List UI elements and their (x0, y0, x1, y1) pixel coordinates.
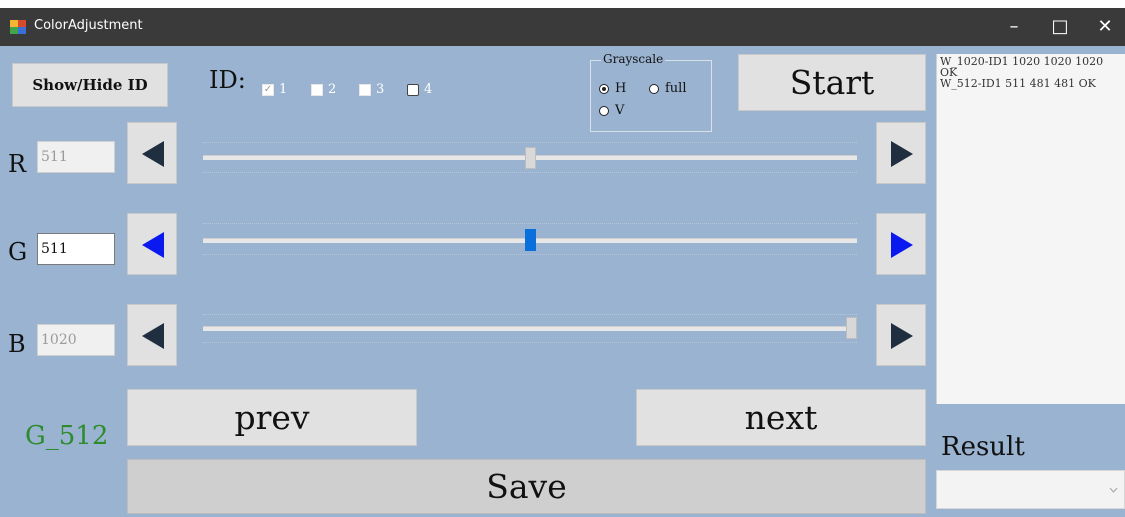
right-arrow-icon (891, 232, 913, 258)
right-arrow-icon (891, 141, 913, 167)
g-increase-button[interactable] (876, 213, 926, 275)
g-tick-marks-bottom (203, 254, 857, 255)
radio-h-label: H (615, 81, 627, 96)
grayscale-option-full[interactable]: full (649, 81, 687, 96)
checkbox-3-box (359, 83, 371, 96)
log-line: W_1020-ID1 1020 1020 1020 OK (940, 55, 1104, 79)
checkbox-4-label: 4 (424, 82, 433, 97)
result-dropdown[interactable] (936, 470, 1125, 509)
b-tick-marks-top (203, 314, 857, 315)
show-hide-id-button[interactable]: Show/Hide ID (12, 63, 168, 107)
checkbox-4-box (407, 83, 419, 96)
id-checkbox-1[interactable]: ✓ 1 (262, 82, 287, 97)
channel-r-label: R (8, 150, 27, 178)
id-checkbox-2[interactable]: 2 (311, 82, 336, 97)
r-decrease-button[interactable] (127, 122, 177, 184)
grayscale-option-v[interactable]: V (599, 103, 624, 118)
grayscale-title: Grayscale (601, 52, 666, 66)
left-arrow-icon (142, 232, 164, 258)
r-tick-marks-bottom (203, 172, 857, 173)
radio-h-dot (599, 83, 609, 94)
start-button[interactable]: Start (738, 54, 926, 111)
r-tick-marks-top (203, 142, 857, 143)
radio-full-label: full (665, 81, 687, 96)
b-slider-thumb[interactable] (846, 317, 857, 339)
r-increase-button[interactable] (876, 122, 926, 184)
checkbox-2-box (311, 83, 323, 96)
id-checkbox-4[interactable]: 4 (407, 82, 432, 97)
status-label: G_512 (25, 421, 109, 451)
grayscale-option-h[interactable]: H (599, 81, 626, 96)
right-arrow-icon (891, 323, 913, 349)
channel-g-label: G (8, 238, 28, 266)
title-bar: ColorAdjustment – □ ✕ (0, 8, 1125, 46)
checkbox-1-label: 1 (279, 82, 288, 97)
maximize-button[interactable]: □ (1037, 8, 1083, 46)
close-button[interactable]: ✕ (1082, 8, 1125, 46)
b-decrease-button[interactable] (127, 304, 177, 366)
channel-b-label: B (8, 330, 26, 358)
radio-v-label: V (615, 103, 625, 118)
log-box[interactable]: W_1020-ID1 1020 1020 1020 OK W_512-ID1 5… (936, 54, 1125, 404)
g-tick-marks-top (203, 223, 857, 224)
grayscale-group: Grayscale H full V (590, 52, 712, 132)
log-line: W_512-ID1 511 481 481 OK (940, 77, 1096, 90)
radio-v-dot (599, 105, 609, 116)
chevron-down-icon (1109, 487, 1118, 493)
checkbox-3-label: 3 (376, 82, 385, 97)
radio-full-dot (649, 83, 659, 94)
channel-b-value[interactable]: 1020 (37, 324, 115, 356)
app-icon (10, 20, 26, 34)
b-tick-marks-bottom (203, 342, 857, 343)
g-decrease-button[interactable] (127, 213, 177, 275)
b-slider-track[interactable] (203, 326, 857, 331)
channel-r-value[interactable]: 511 (37, 141, 115, 173)
minimize-button[interactable]: – (991, 8, 1037, 46)
next-button[interactable]: next (636, 389, 926, 446)
b-increase-button[interactable] (876, 304, 926, 366)
id-checkbox-3[interactable]: 3 (359, 82, 384, 97)
checkbox-1-box: ✓ (262, 83, 274, 96)
checkbox-2-label: 2 (328, 82, 337, 97)
window-title: ColorAdjustment (34, 18, 143, 33)
g-slider-thumb[interactable] (524, 229, 536, 251)
channel-g-value[interactable]: 511 (37, 233, 115, 265)
result-label: Result (941, 432, 1025, 462)
left-arrow-icon (142, 323, 164, 349)
r-slider-thumb[interactable] (524, 147, 536, 169)
left-arrow-icon (142, 141, 164, 167)
save-button[interactable]: Save (127, 459, 926, 514)
id-label: ID: (209, 66, 246, 94)
app-window: ColorAdjustment – □ ✕ Show/Hide ID ID: ✓… (0, 8, 1125, 517)
prev-button[interactable]: prev (127, 389, 417, 446)
